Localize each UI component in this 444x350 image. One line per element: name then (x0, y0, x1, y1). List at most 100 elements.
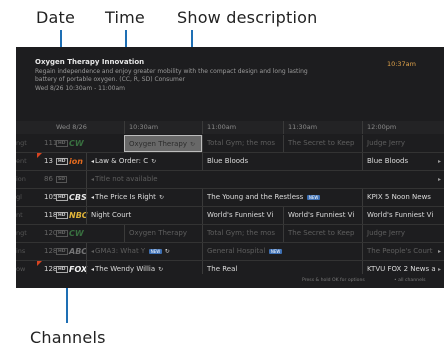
program-cell[interactable]: Oxygen Therapy (124, 225, 202, 242)
program-title: General Hospital (207, 247, 266, 255)
program-cell[interactable]: ◂GMA3: What Y NEW ↻ (86, 243, 202, 260)
series-recording-icon: ↻ (158, 266, 164, 273)
footer-hint: Press & hold OK for options (302, 278, 365, 283)
channel-cell[interactable]: nt 118 HD NBC (16, 207, 88, 224)
series-recording-icon: ↻ (158, 194, 164, 201)
program-title: Total Gym; the mos (207, 139, 276, 147)
network-logo-icon: CW (69, 229, 84, 238)
program-cell[interactable]: Night Court (86, 207, 202, 224)
clipped-prev-text: ngt (16, 229, 27, 237)
continues-left-icon: ◂ (91, 194, 95, 201)
definition-badge: HD (56, 230, 68, 237)
program-cell[interactable]: Total Gym; the mos (202, 135, 283, 152)
program-cell[interactable]: Blue Bloods ▸ (362, 153, 444, 170)
program-cell[interactable]: The Young and the Restless NEW (202, 189, 362, 206)
program-cell[interactable]: Blue Bloods (202, 153, 362, 170)
program-cell[interactable]: World's Funniest Vi (283, 207, 362, 224)
favorite-flag-icon (37, 153, 42, 158)
program-title: The Secret to Keep (288, 139, 355, 147)
annotation-show-description: Show description (177, 8, 318, 27)
channel-number: 13 (44, 157, 53, 165)
program-title: KPIX 5 Noon News (367, 193, 431, 201)
grid-header: Wed 8/26 10:30am 11:00am 11:30am 12:00pm (16, 121, 444, 134)
channel-cell[interactable]: gl 105 HD CBS (16, 189, 87, 206)
program-cell[interactable]: The People's Court ▸ (362, 243, 444, 260)
continues-left-icon: ◂ (91, 248, 95, 255)
series-recording-icon: ↻ (151, 158, 157, 165)
program-cell[interactable]: Judge Jerry (362, 135, 444, 152)
definition-badge: HD (56, 266, 68, 273)
program-title: Night Court (91, 211, 132, 219)
network-logo-icon: CBS (69, 193, 87, 202)
program-description: Regain independence and enjoy greater mo… (35, 68, 308, 84)
new-episode-badge: NEW (149, 248, 162, 254)
header-time-slot: 11:00am (202, 121, 283, 134)
definition-badge: SD (56, 176, 67, 183)
favorite-flag-icon (37, 261, 42, 266)
program-title: Oxygen Therapy (129, 229, 187, 237)
program-title: KTVU FOX 2 News a (367, 265, 436, 273)
header-time-slot: 12:00pm (362, 121, 444, 134)
channel-row[interactable]: gl 105 HD CBS ◂The Price Is Right ↻ The Young … (16, 189, 444, 207)
channel-row[interactable]: nt 118 HD NBC Night Court World's Funniest Vi… (16, 207, 444, 225)
channel-cell[interactable]: ngt 120 HD CW (16, 225, 86, 242)
network-logo-icon: CW (69, 139, 84, 148)
program-cell[interactable]: Judge Jerry (362, 225, 444, 242)
header-time-slot: 11:30am (283, 121, 362, 134)
program-cell[interactable]: ◂The Price Is Right ↻ (86, 189, 202, 206)
series-recording-icon: ↻ (164, 248, 170, 255)
program-title: The Wendy Willia (95, 265, 156, 273)
program-title: Oxygen Therapy Innovation (35, 58, 145, 66)
program-cell[interactable]: World's Funniest Vi (202, 207, 283, 224)
annotation-channels: Channels (30, 328, 106, 347)
continues-left-icon: ◂ (91, 176, 95, 183)
continues-right-icon: ▸ (437, 176, 441, 183)
program-cell[interactable]: KPIX 5 Noon News (362, 189, 444, 206)
network-logo-icon: ion (69, 157, 83, 166)
program-cell[interactable]: World's Funniest Vi (362, 207, 444, 224)
program-title: World's Funniest Vi (207, 211, 274, 219)
program-cell[interactable]: General Hospital NEW (202, 243, 362, 260)
channel-row[interactable]: ent 13 HD ion ◂Law & Order: C ↻ Blue Bloods Blu… (16, 153, 444, 171)
program-title: Total Gym; the mos (207, 229, 276, 237)
program-title: Judge Jerry (367, 229, 406, 237)
program-title: Law & Order: C (95, 157, 149, 165)
annotation-date: Date (36, 8, 76, 27)
channel-number: 86 (44, 175, 53, 183)
channel-row[interactable]: ins 128 HD ABC ◂GMA3: What Y NEW ↻ General Hosp… (16, 243, 444, 261)
program-title: GMA3: What Y (95, 247, 146, 255)
program-cell[interactable]: The Secret to Keep (283, 135, 362, 152)
definition-badge: HD (56, 248, 68, 255)
new-episode-badge: NEW (269, 248, 282, 254)
clipped-prev-text: ion (16, 175, 26, 183)
program-cell[interactable]: ◂Law & Order: C ↻ (86, 153, 202, 170)
channel-cell[interactable]: ngt 111 HD CW (16, 135, 86, 152)
channel-row[interactable]: ngt 120 HD CW Oxygen Therapy Total Gym; the m… (16, 225, 444, 243)
program-title: Title not available (95, 175, 158, 183)
definition-badge: HD (56, 140, 68, 147)
program-title: The People's Court (367, 247, 433, 255)
definition-badge: HD (56, 212, 68, 219)
clipped-prev-text: gl (16, 193, 22, 201)
channel-cell[interactable]: ins 128 HD ABC (16, 243, 88, 260)
program-title: The Secret to Keep (288, 229, 355, 237)
program-info-panel: Oxygen Therapy Innovation Regain indepen… (16, 47, 444, 116)
program-cell[interactable]: ◂Title not available ▸ (86, 171, 444, 188)
network-logo-icon: ABC (69, 247, 88, 256)
program-title: Judge Jerry (367, 139, 406, 147)
channel-cell[interactable]: ent 13 HD ion (16, 153, 86, 170)
program-cell[interactable]: Total Gym; the mos (202, 225, 283, 242)
selected-program-cell[interactable]: Oxygen Therapy ↻ (124, 135, 202, 152)
channel-cell[interactable]: ion 86 SD (16, 171, 86, 188)
program-title: The Real (207, 265, 238, 273)
continues-left-icon: ◂ (91, 158, 95, 165)
program-cell[interactable]: The Secret to Keep (283, 225, 362, 242)
guide-footer: Press & hold OK for options • all channe… (16, 274, 444, 288)
new-episode-badge: NEW (307, 194, 320, 200)
channel-row[interactable]: ngt 111 HD CW Oxygen Therapy ↻ Total Gym; the … (16, 135, 444, 153)
program-title: World's Funniest Vi (288, 211, 355, 219)
clipped-prev-text: ent (16, 157, 27, 165)
channel-row[interactable]: ion 86 SD ◂Title not available ▸ (16, 171, 444, 189)
clipped-prev-text: ngt (16, 139, 27, 147)
continues-left-icon: ◂ (91, 266, 95, 273)
